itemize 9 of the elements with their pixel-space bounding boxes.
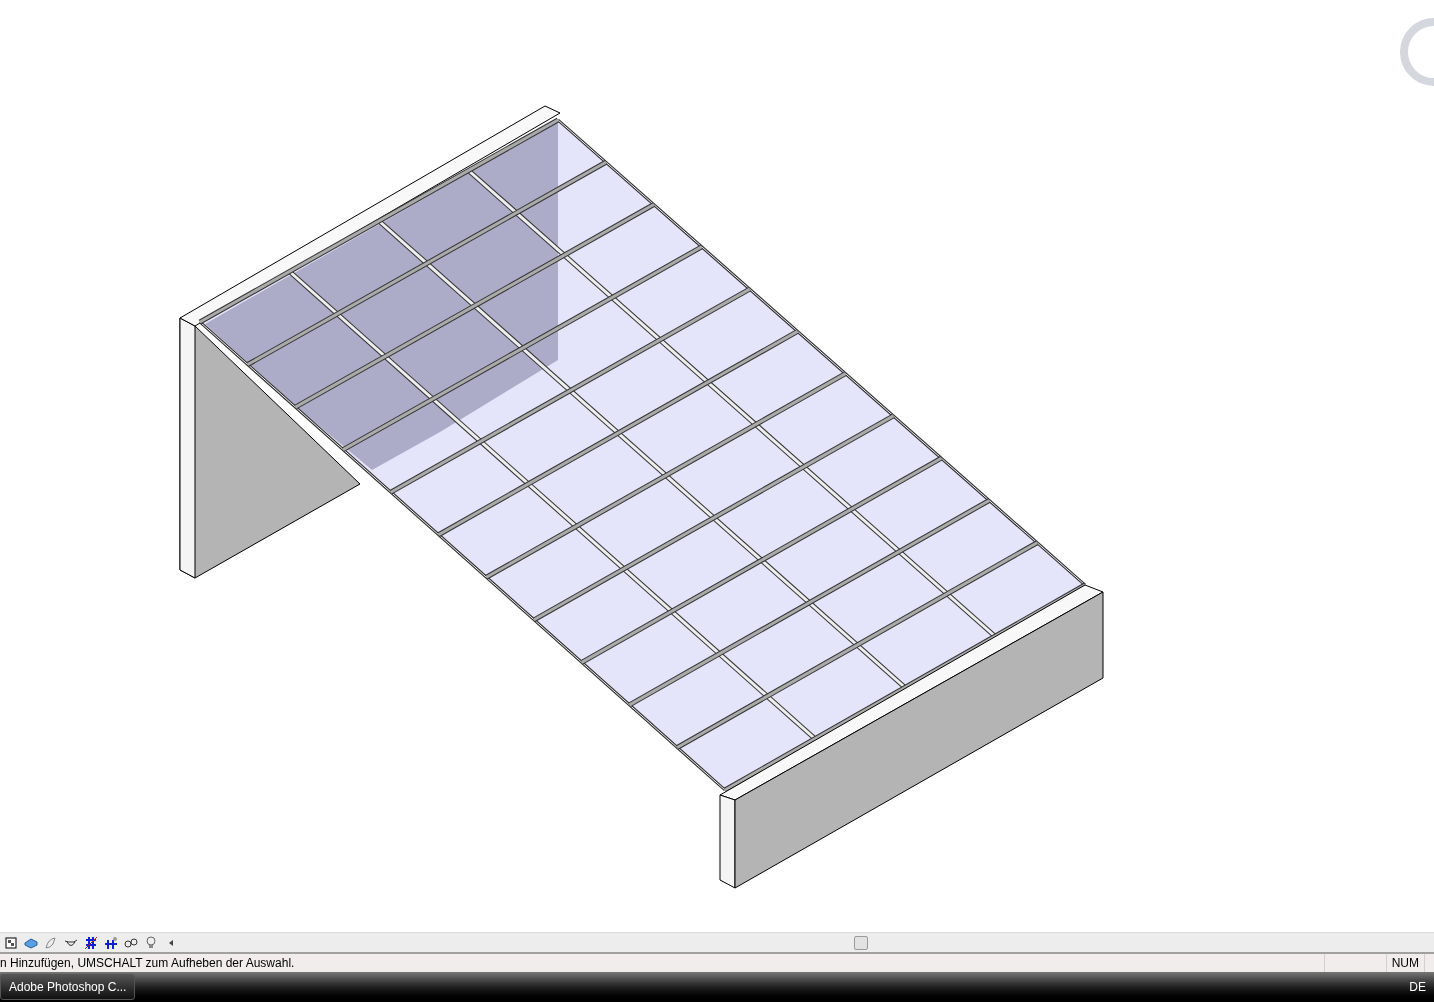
checker-icon[interactable] [4,935,18,950]
status-message: n Hinzufügen, UMSCHALT zum Aufheben der Auswahl. [0,955,296,972]
language-indicator[interactable]: DE [1409,978,1434,996]
glasses-icon[interactable] [124,935,138,950]
taskbar-button[interactable]: Adobe Photoshop C... [0,974,135,1000]
grid-icon[interactable] [104,935,118,950]
scrollbar-thumb[interactable] [854,935,868,950]
crossed-grid-icon[interactable] [84,935,98,950]
light-bulb-icon[interactable] [144,935,158,950]
